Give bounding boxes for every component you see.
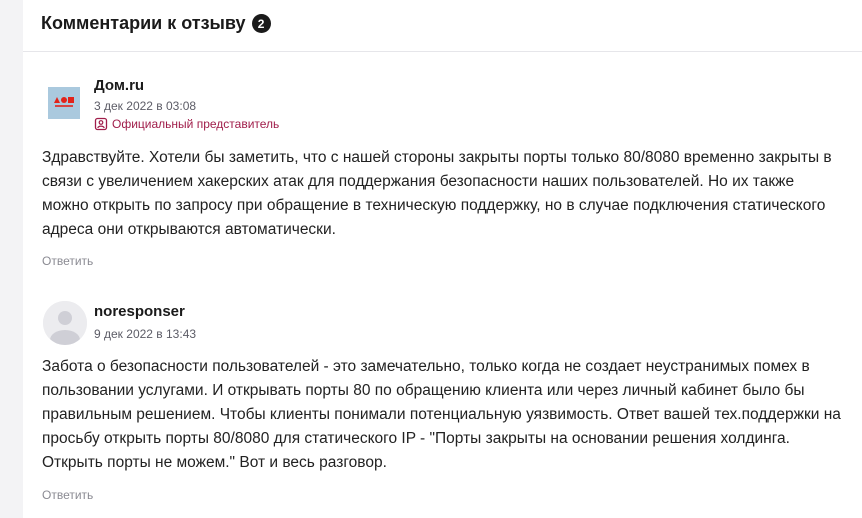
left-gutter [0, 0, 23, 518]
reply-button[interactable]: Ответить [42, 488, 93, 502]
comments-title-text: Комментарии к отзыву [41, 13, 246, 33]
official-badge-label: Официальный представитель [112, 117, 280, 131]
comment-author[interactable]: Дом.ru [94, 77, 144, 94]
comment-date: 3 дек 2022 в 03:08 [94, 99, 197, 113]
comments-title: Комментарии к отзыву 2 [41, 13, 271, 34]
official-representative-badge: Официальный представитель [94, 117, 279, 131]
comment-text: Здравствуйте. Хотели бы заметить, что с … [42, 149, 832, 238]
official-badge-icon [94, 117, 108, 131]
comments-header: Комментарии к отзыву 2 [23, 0, 862, 52]
reply-button[interactable]: Ответить [42, 254, 93, 268]
avatar[interactable] [48, 87, 80, 119]
comment-text: Забота о безопасности пользователей - эт… [42, 358, 841, 471]
comment-author[interactable]: noresponser [94, 303, 185, 320]
avatar[interactable] [43, 301, 87, 345]
comments-count-badge: 2 [251, 14, 271, 33]
domru-logo-icon [48, 87, 80, 119]
user-placeholder-icon [43, 301, 87, 345]
comment-date: 9 дек 2022 в 13:43 [94, 327, 197, 341]
